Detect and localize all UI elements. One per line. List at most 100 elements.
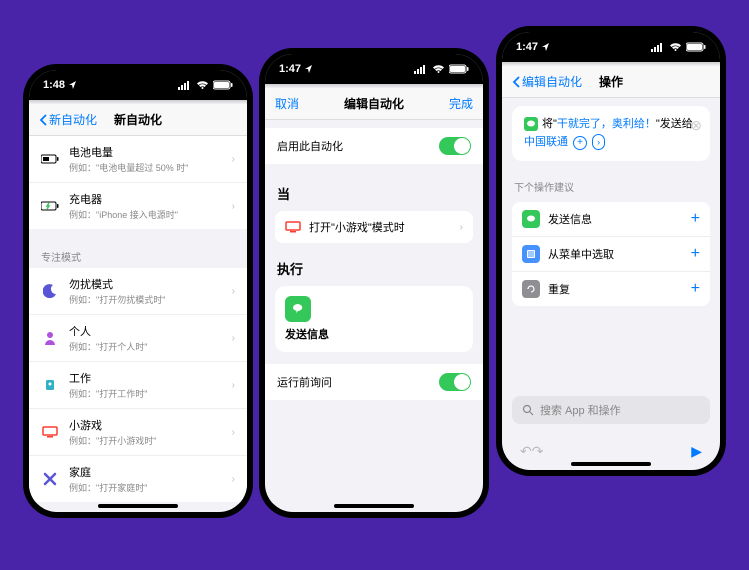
enable-toggle[interactable] — [439, 137, 471, 155]
chevron-right-icon: › — [232, 427, 235, 438]
redo-icon[interactable]: ↷ — [532, 443, 544, 460]
action-label: 发送信息 — [285, 326, 463, 342]
phone-1: 1:48 新自动化 新自动化 电池电量 例如："电池电量超过 50% 时" — [29, 70, 247, 512]
chevron-left-icon — [39, 114, 47, 126]
row-title: 启用此自动化 — [277, 138, 429, 154]
row-sub: 例如："打开工作时" — [69, 387, 222, 400]
suggestion-send-message[interactable]: 发送信息 + — [512, 202, 710, 237]
nav-bar: 编辑自动化 操作 — [502, 66, 720, 98]
row-title: 个人 — [69, 323, 222, 339]
suggestion-label: 发送信息 — [548, 211, 592, 227]
add-icon[interactable]: + — [691, 280, 700, 298]
automation-row-charger[interactable]: 充电器 例如："iPhone 接入电源时" › — [29, 183, 247, 229]
automation-row-game-mini[interactable]: 小游戏例如："打开小游戏时" › — [29, 409, 247, 456]
chevron-right-icon: › — [232, 380, 235, 391]
when-condition-card[interactable]: 打开"小游戏"模式时 › — [275, 211, 473, 243]
nav-bar: 新自动化 新自动化 — [29, 104, 247, 136]
chevron-right-icon: › — [232, 154, 235, 165]
battery-icon — [686, 42, 706, 52]
section-when: 当 — [265, 174, 483, 205]
enable-toggle-row: 启用此自动化 — [265, 128, 483, 164]
section-header-focus: 专注模式 — [29, 239, 247, 268]
row-title: 家庭 — [69, 464, 222, 480]
automation-row-work[interactable]: 工作例如："打开工作时" › — [29, 362, 247, 409]
location-icon — [541, 42, 551, 52]
chevron-right-icon: › — [232, 474, 235, 485]
signal-icon — [651, 42, 665, 52]
search-icon — [522, 404, 534, 416]
remove-action-icon[interactable]: ⊗ — [690, 114, 702, 136]
automation-row-battery[interactable]: 电池电量 例如："电池电量超过 50% 时" › — [29, 136, 247, 183]
nav-title: 操作 — [599, 73, 623, 90]
nav-bar: 取消 编辑自动化 完成 — [265, 88, 483, 120]
wifi-icon — [196, 80, 209, 90]
battery-icon — [449, 64, 469, 74]
bubble-text: "发送给 — [656, 118, 693, 130]
tools-icon — [41, 470, 59, 488]
charger-icon — [41, 197, 59, 215]
suggestion-repeat[interactable]: 重复 + — [512, 272, 710, 306]
cancel-button[interactable]: 取消 — [275, 95, 299, 112]
status-time: 1:48 — [43, 79, 65, 91]
menu-icon — [522, 245, 540, 263]
row-title: 电池电量 — [69, 144, 222, 160]
back-label: 编辑自动化 — [522, 73, 582, 90]
home-indicator — [98, 504, 178, 508]
automation-row-home[interactable]: 家庭例如："打开家庭时" › — [29, 456, 247, 502]
row-sub: 例如："打开小游戏时" — [69, 434, 222, 447]
chevron-right-icon: › — [232, 286, 235, 297]
display-icon — [285, 221, 301, 233]
content-scroll[interactable]: ⊗ 将"干就完了，奥利给！"发送给 中国联通 + › 下个操作建议 发送信息 +… — [502, 98, 720, 466]
search-input[interactable]: 搜索 App 和操作 — [512, 396, 710, 424]
bubble-recipient[interactable]: 中国联通 — [524, 136, 568, 148]
battery-icon — [41, 150, 59, 168]
expand-icon[interactable]: › — [592, 134, 605, 150]
back-button[interactable]: 新自动化 — [39, 111, 97, 128]
action-bubble[interactable]: ⊗ 将"干就完了，奥利给！"发送给 中国联通 + › — [512, 106, 710, 161]
suggestions-header: 下个操作建议 — [502, 169, 720, 198]
status-bar: 1:48 — [29, 70, 247, 100]
row-sub: 例如："iPhone 接入电源时" — [69, 208, 222, 221]
home-indicator — [571, 462, 651, 466]
ask-before-row: 运行前询问 — [265, 364, 483, 400]
chevron-right-icon: › — [460, 222, 463, 233]
chevron-left-icon — [512, 76, 520, 88]
nav-title: 新自动化 — [114, 111, 162, 128]
suggestion-label: 重复 — [548, 281, 570, 297]
moon-icon — [41, 282, 59, 300]
back-button[interactable]: 编辑自动化 — [512, 73, 582, 90]
row-title: 充电器 — [69, 191, 222, 207]
undo-icon[interactable]: ↶ — [520, 443, 532, 460]
chevron-right-icon: › — [232, 333, 235, 344]
run-icon[interactable]: ▶ — [691, 443, 702, 460]
repeat-icon — [522, 280, 540, 298]
back-label: 新自动化 — [49, 111, 97, 128]
suggestion-choose-menu[interactable]: 从菜单中选取 + — [512, 237, 710, 272]
row-title: 小游戏 — [69, 417, 222, 433]
content-scroll[interactable]: 电池电量 例如："电池电量超过 50% 时" › 充电器 例如："iPhone … — [29, 136, 247, 502]
content-scroll[interactable]: 启用此自动化 当 打开"小游戏"模式时 › 执行 发送信息 运行前询问 — [265, 120, 483, 508]
location-icon — [304, 64, 314, 74]
row-title: 运行前询问 — [277, 374, 429, 390]
ask-toggle[interactable] — [439, 373, 471, 391]
wifi-icon — [432, 64, 445, 74]
signal-icon — [414, 64, 428, 74]
row-sub: 例如："打开家庭时" — [69, 481, 222, 494]
done-button[interactable]: 完成 — [449, 95, 473, 112]
location-icon — [68, 80, 78, 90]
action-card[interactable]: 发送信息 — [275, 286, 473, 352]
status-bar: 1:47 — [265, 54, 483, 84]
search-placeholder: 搜索 App 和操作 — [540, 402, 621, 418]
bubble-message[interactable]: 干就完了，奥利给！ — [557, 118, 656, 130]
person-icon — [41, 329, 59, 347]
status-time: 1:47 — [516, 41, 538, 53]
add-recipient-icon[interactable]: + — [573, 136, 587, 150]
automation-row-dnd[interactable]: 勿扰模式例如："打开勿扰模式时" › — [29, 268, 247, 315]
add-icon[interactable]: + — [691, 210, 700, 228]
messages-icon — [524, 117, 538, 131]
row-title: 工作 — [69, 370, 222, 386]
nav-title: 编辑自动化 — [344, 95, 404, 112]
add-icon[interactable]: + — [691, 245, 700, 263]
automation-row-personal[interactable]: 个人例如："打开个人时" › — [29, 315, 247, 362]
signal-icon — [178, 80, 192, 90]
